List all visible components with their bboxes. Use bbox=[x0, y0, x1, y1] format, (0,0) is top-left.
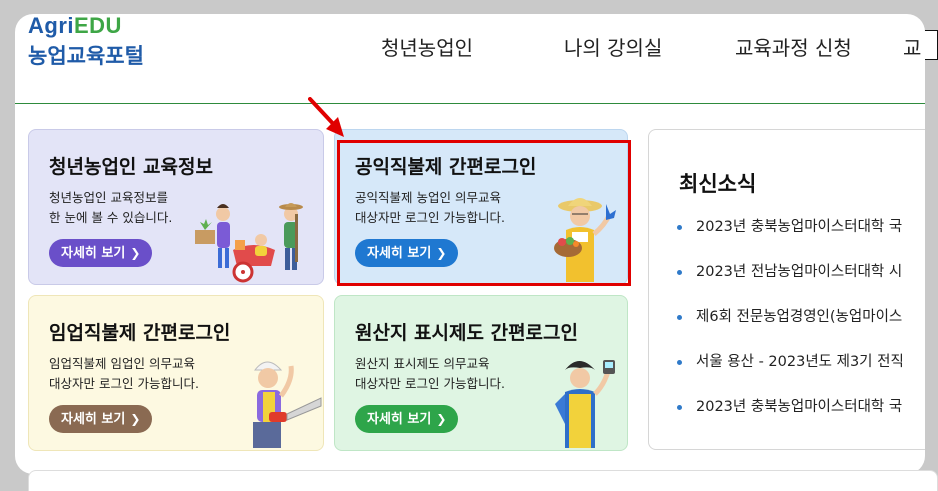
bullet-icon bbox=[677, 269, 682, 275]
site-logo[interactable]: AgriEDU 농업교육포털 bbox=[28, 14, 144, 70]
window-edge bbox=[925, 30, 938, 60]
farmer-with-basket-illustration bbox=[554, 198, 616, 282]
card-description: 원산지 표시제도 의무교육 대상자만 로그인 가능합니다. bbox=[355, 354, 505, 394]
news-item[interactable]: 2023년 충북농업마이스터대학 국 bbox=[677, 392, 904, 437]
card-desc-line: 공익직불제 농업인 의무교육 bbox=[355, 190, 501, 205]
card-origin-labeling-login[interactable]: 원산지 표시제도 간편로그인 원산지 표시제도 의무교육 대상자만 로그인 가능… bbox=[334, 295, 628, 451]
chevron-right-icon: ❯ bbox=[436, 246, 447, 260]
news-item-text: 2023년 충북농업마이스터대학 국 bbox=[696, 219, 903, 235]
news-item-text: 2023년 전남농업마이스터대학 시 bbox=[696, 264, 903, 280]
card-desc-line: 한 눈에 볼 수 있습니다. bbox=[49, 210, 173, 225]
merchant-with-scanner-illustration bbox=[555, 360, 615, 448]
news-item-text: 2023년 충북농업마이스터대학 국 bbox=[696, 399, 903, 415]
details-button-label: 자세히 보기 bbox=[367, 412, 432, 427]
card-title: 청년농업인 교육정보 bbox=[49, 156, 213, 178]
details-button-label: 자세히 보기 bbox=[61, 412, 126, 427]
logo-agri: Agri bbox=[28, 14, 74, 38]
card-desc-line: 청년농업인 교육정보를 bbox=[49, 190, 168, 205]
nav-my-classroom[interactable]: 나의 강의실 bbox=[564, 32, 662, 61]
details-button-label: 자세히 보기 bbox=[367, 246, 432, 261]
news-item-text: 서울 용산 - 2023년도 제3기 전직 bbox=[696, 354, 904, 370]
logo-portal-name: 농업교육포털 bbox=[28, 44, 144, 68]
lower-panel-edge bbox=[28, 470, 938, 491]
details-button[interactable]: 자세히 보기 ❯ bbox=[355, 405, 459, 433]
farmers-with-cart-illustration bbox=[195, 203, 303, 283]
card-public-direct-payment-login[interactable]: 공익직불제 간편로그인 공익직불제 농업인 의무교육 대상자만 로그인 가능합니… bbox=[334, 129, 628, 285]
card-desc-line: 임업직불제 임업인 의무교육 bbox=[49, 356, 195, 371]
card-description: 임업직불제 임업인 의무교육 대상자만 로그인 가능합니다. bbox=[49, 354, 199, 394]
chevron-right-icon: ❯ bbox=[130, 246, 141, 260]
news-item[interactable]: 2023년 전남농업마이스터대학 시 bbox=[677, 257, 904, 302]
card-title: 임업직불제 간편로그인 bbox=[49, 322, 231, 344]
chevron-right-icon: ❯ bbox=[436, 412, 447, 426]
news-item[interactable]: 제6회 전문농업경영인(농업마이스 bbox=[677, 302, 904, 347]
card-desc-line: 대상자만 로그인 가능합니다. bbox=[355, 376, 505, 391]
news-item[interactable]: 서울 용산 - 2023년도 제3기 전직 bbox=[677, 347, 904, 392]
bullet-icon bbox=[677, 359, 682, 365]
nav-more[interactable]: 교 bbox=[903, 32, 921, 61]
bullet-icon bbox=[677, 314, 682, 320]
card-forestry-payment-login[interactable]: 임업직불제 간편로그인 임업직불제 임업인 의무교육 대상자만 로그인 가능합니… bbox=[28, 295, 324, 451]
card-young-farmer-info[interactable]: 청년농업인 교육정보 청년농업인 교육정보를 한 눈에 볼 수 있습니다. 자세… bbox=[28, 129, 324, 285]
card-title: 공익직불제 간편로그인 bbox=[355, 156, 537, 178]
bullet-icon bbox=[677, 224, 682, 230]
news-item-text: 제6회 전문농업경영인(농업마이스 bbox=[696, 309, 903, 325]
card-title: 원산지 표시제도 간편로그인 bbox=[355, 322, 578, 344]
news-item[interactable]: 2023년 충북농업마이스터대학 국 bbox=[677, 212, 904, 257]
nav-course-apply[interactable]: 교육과정 신청 bbox=[735, 32, 852, 61]
card-description: 청년농업인 교육정보를 한 눈에 볼 수 있습니다. bbox=[49, 188, 172, 228]
details-button-label: 자세히 보기 bbox=[61, 246, 126, 261]
card-description: 공익직불제 농업인 의무교육 대상자만 로그인 가능합니다. bbox=[355, 188, 505, 228]
details-button[interactable]: 자세히 보기 ❯ bbox=[49, 239, 153, 267]
nav-young-farmer[interactable]: 청년농업인 bbox=[381, 32, 473, 61]
news-list: 2023년 충북농업마이스터대학 국 2023년 전남농업마이스터대학 시 제6… bbox=[677, 212, 904, 437]
logo-edu: EDU bbox=[74, 14, 122, 38]
forester-with-chainsaw-illustration bbox=[253, 361, 322, 448]
logo-wordmark: AgriEDU bbox=[28, 14, 144, 38]
card-desc-line: 원산지 표시제도 의무교육 bbox=[355, 356, 490, 371]
card-desc-line: 대상자만 로그인 가능합니다. bbox=[355, 210, 505, 225]
card-desc-line: 대상자만 로그인 가능합니다. bbox=[49, 376, 199, 391]
chevron-right-icon: ❯ bbox=[130, 412, 141, 426]
pointer-arrow-icon bbox=[308, 97, 344, 137]
site-header: AgriEDU 농업교육포털 청년농업인 나의 강의실 교육과정 신청 교 bbox=[15, 14, 925, 104]
news-title: 최신소식 bbox=[679, 172, 757, 196]
page-frame: AgriEDU 농업교육포털 청년농업인 나의 강의실 교육과정 신청 교 청년… bbox=[15, 14, 925, 474]
details-button[interactable]: 자세히 보기 ❯ bbox=[355, 239, 459, 267]
details-button[interactable]: 자세히 보기 ❯ bbox=[49, 405, 153, 433]
bullet-icon bbox=[677, 404, 682, 410]
latest-news-panel: 최신소식 2023년 충북농업마이스터대학 국 2023년 전남농업마이스터대학… bbox=[648, 129, 925, 450]
